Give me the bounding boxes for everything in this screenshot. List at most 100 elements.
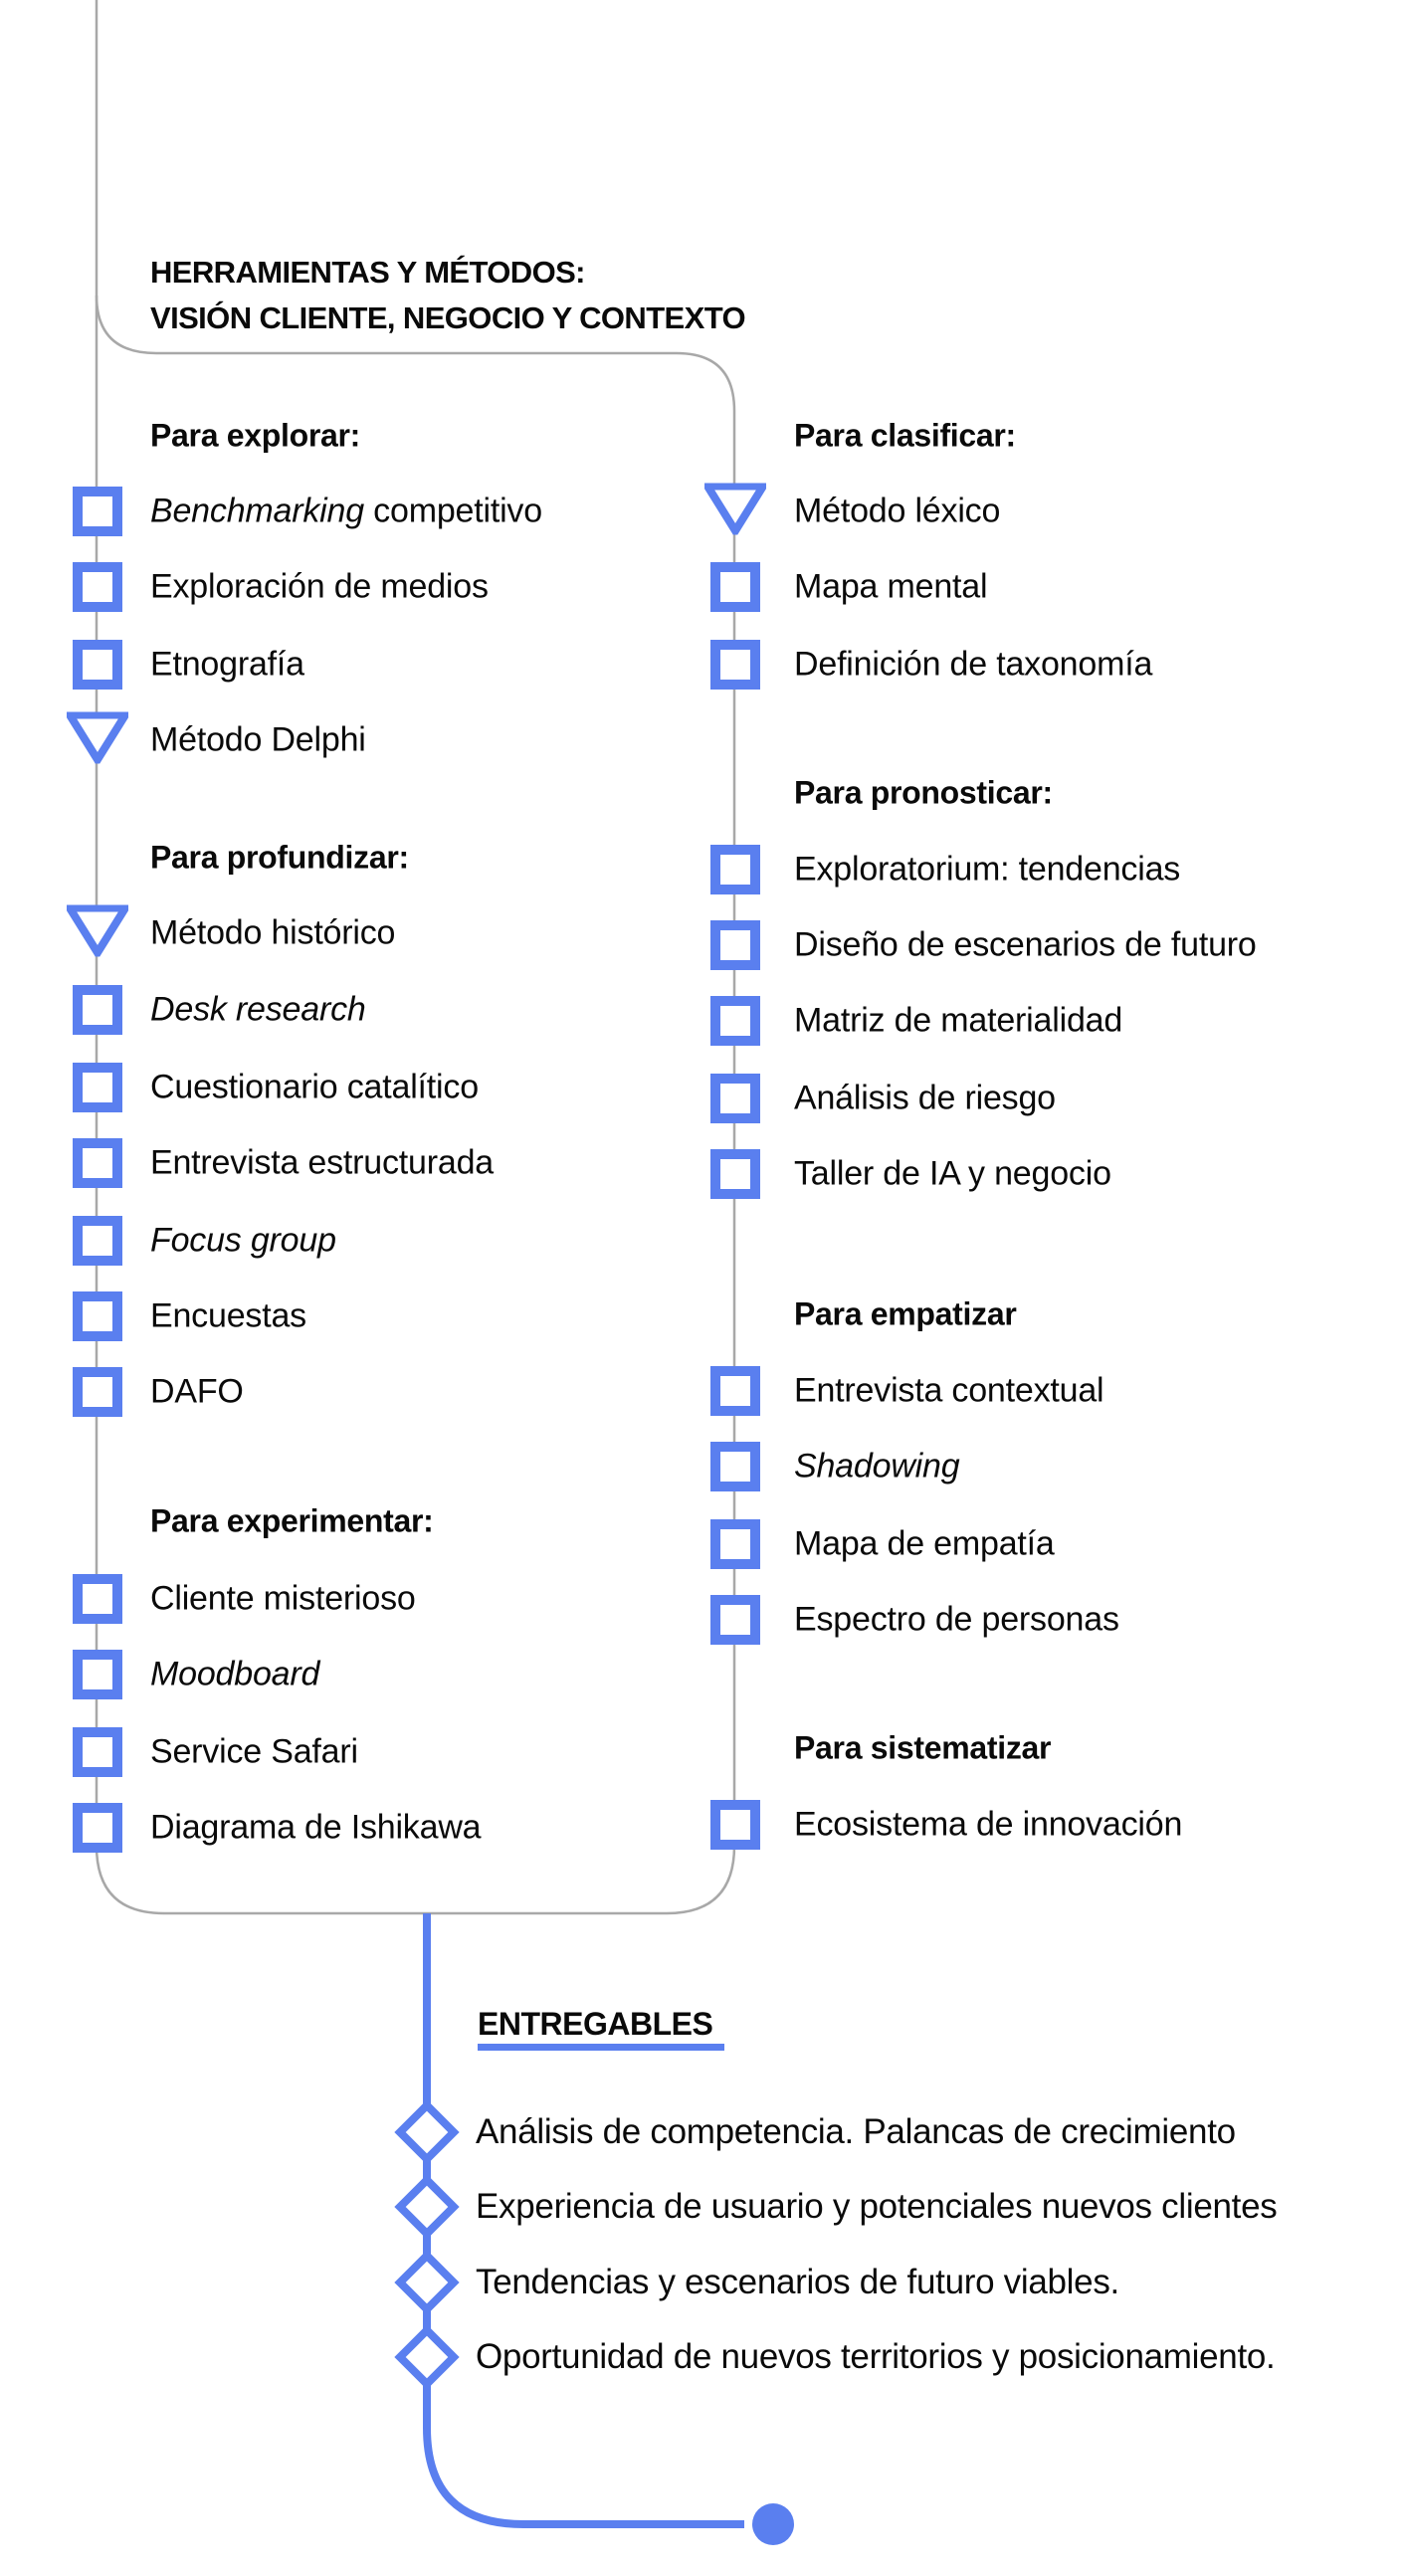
left-method-item: Método histórico bbox=[150, 914, 395, 953]
square-icon bbox=[73, 1063, 122, 1112]
right-method-item: Ecosistema de innovación bbox=[794, 1806, 1182, 1845]
method-label-part: Matriz de materialidad bbox=[794, 1001, 1123, 1040]
method-label-part: Exploratorium: tendencias bbox=[794, 850, 1181, 889]
method-label-part: competitivo bbox=[363, 492, 542, 530]
left-method-item: Diagrama de Ishikawa bbox=[150, 1808, 482, 1848]
deliverable-item: Análisis de competencia. Palancas de cre… bbox=[476, 2112, 1236, 2151]
method-label-part: Mapa de empatía bbox=[794, 1524, 1055, 1563]
right-method-item: Análisis de riesgo bbox=[794, 1080, 1056, 1118]
method-label-part: Definición de taxonomía bbox=[794, 645, 1153, 684]
right-method-item: Taller de IA y negocio bbox=[794, 1155, 1111, 1194]
square-icon bbox=[73, 1138, 122, 1188]
method-label-part: Desk research bbox=[150, 990, 366, 1029]
left-method-item: Desk research bbox=[150, 991, 366, 1030]
square-icon bbox=[73, 1216, 122, 1266]
left-group-heading: Para explorar: bbox=[150, 417, 361, 454]
square-icon bbox=[710, 1519, 760, 1569]
left-method-item: Encuestas bbox=[150, 1297, 306, 1336]
square-icon bbox=[73, 1650, 122, 1699]
right-method-item: Diseño de escenarios de futuro bbox=[794, 926, 1257, 965]
square-icon bbox=[73, 640, 122, 690]
square-icon bbox=[73, 1291, 122, 1341]
square-icon bbox=[73, 487, 122, 536]
diamond-icon bbox=[394, 2324, 460, 2390]
square-icon bbox=[710, 845, 760, 894]
right-method-item: Entrevista contextual bbox=[794, 1371, 1104, 1411]
square-icon bbox=[710, 996, 760, 1046]
square-icon bbox=[710, 1595, 760, 1645]
square-icon bbox=[710, 1366, 760, 1416]
method-label-part: Entrevista estructurada bbox=[150, 1143, 495, 1182]
section-title-line2: VISIÓN CLIENTE, NEGOCIO Y CONTEXTO bbox=[150, 300, 746, 335]
square-icon bbox=[710, 1442, 760, 1491]
method-label-part: Análisis de riesgo bbox=[794, 1079, 1056, 1117]
method-label-part: Mapa mental bbox=[794, 567, 988, 606]
triangle-down-icon bbox=[62, 710, 133, 769]
method-label-part: Cuestionario catalítico bbox=[150, 1068, 479, 1106]
square-icon bbox=[710, 1149, 760, 1199]
square-icon bbox=[73, 1574, 122, 1624]
right-group-heading: Para empatizar bbox=[794, 1295, 1017, 1332]
right-method-item: Mapa mental bbox=[794, 567, 988, 607]
left-method-item: Método Delphi bbox=[150, 721, 366, 760]
method-label-part: Diagrama de Ishikawa bbox=[150, 1808, 482, 1847]
left-method-item: Cliente misterioso bbox=[150, 1580, 416, 1619]
right-method-item: Matriz de materialidad bbox=[794, 1002, 1122, 1041]
deliverables-title: ENTREGABLES bbox=[478, 2006, 713, 2042]
left-method-item: Service Safari bbox=[150, 1733, 358, 1772]
right-method-item: Shadowing bbox=[794, 1448, 960, 1486]
left-method-item: Exploración de medios bbox=[150, 568, 489, 607]
left-method-item: Etnografía bbox=[150, 646, 304, 685]
section-title-line1: HERRAMIENTAS Y MÉTODOS: bbox=[150, 255, 586, 290]
method-label-part: Método léxico bbox=[794, 492, 1001, 530]
method-label-part: Service Safari bbox=[150, 1732, 358, 1771]
method-label-part: Método histórico bbox=[150, 913, 396, 952]
method-label-part: Cliente misterioso bbox=[150, 1579, 416, 1618]
left-method-item: Cuestionario catalítico bbox=[150, 1069, 479, 1107]
right-group-heading: Para clasificar: bbox=[794, 417, 1016, 454]
method-label-part: Moodboard bbox=[150, 1655, 320, 1693]
left-group-heading: Para profundizar: bbox=[150, 839, 409, 876]
square-icon bbox=[710, 1800, 760, 1850]
section-title: HERRAMIENTAS Y MÉTODOS: VISIÓN CLIENTE, … bbox=[150, 250, 746, 341]
right-group-heading: Para sistematizar bbox=[794, 1729, 1052, 1766]
deliverables-title-underline bbox=[478, 2044, 724, 2051]
method-label-part: Diseño de escenarios de futuro bbox=[794, 925, 1257, 964]
diamond-icon bbox=[394, 2099, 460, 2165]
square-icon bbox=[710, 562, 760, 612]
method-label-part: Espectro de personas bbox=[794, 1600, 1119, 1639]
triangle-down-icon bbox=[700, 482, 771, 540]
square-icon bbox=[710, 1074, 760, 1123]
right-method-item: Método léxico bbox=[794, 493, 1000, 531]
left-method-item: Entrevista estructurada bbox=[150, 1144, 494, 1183]
right-method-item: Exploratorium: tendencias bbox=[794, 851, 1180, 890]
method-label-part: Taller de IA y negocio bbox=[794, 1154, 1111, 1193]
square-icon bbox=[73, 1727, 122, 1777]
square-icon bbox=[710, 920, 760, 970]
triangle-down-icon bbox=[62, 903, 133, 962]
method-label-part: Entrevista contextual bbox=[794, 1371, 1104, 1410]
deliverable-item: Experiencia de usuario y potenciales nue… bbox=[476, 2187, 1278, 2226]
deliverable-item: Tendencias y escenarios de futuro viable… bbox=[476, 2263, 1119, 2301]
diamond-icon bbox=[394, 2174, 460, 2240]
method-label-part: Etnografía bbox=[150, 645, 304, 684]
square-icon bbox=[73, 562, 122, 612]
method-label-part: Focus group bbox=[150, 1221, 336, 1260]
left-method-item: Moodboard bbox=[150, 1656, 319, 1694]
diamond-icon bbox=[394, 2250, 460, 2315]
square-icon bbox=[73, 1803, 122, 1853]
square-icon bbox=[73, 985, 122, 1035]
left-method-item: DAFO bbox=[150, 1373, 244, 1412]
method-label-part: Exploración de medios bbox=[150, 567, 489, 606]
square-icon bbox=[73, 1367, 122, 1417]
method-label-part: Benchmarking bbox=[150, 492, 364, 530]
end-dot-icon bbox=[752, 2503, 794, 2545]
left-method-item: Benchmarking competitivo bbox=[150, 493, 542, 531]
right-method-item: Espectro de personas bbox=[794, 1601, 1119, 1640]
method-label-part: Encuestas bbox=[150, 1296, 306, 1335]
method-label-part: DAFO bbox=[150, 1372, 244, 1411]
method-label-part: Método Delphi bbox=[150, 720, 366, 759]
method-label-part: Ecosistema de innovación bbox=[794, 1805, 1183, 1844]
left-group-heading: Para experimentar: bbox=[150, 1502, 434, 1539]
left-method-item: Focus group bbox=[150, 1222, 336, 1261]
